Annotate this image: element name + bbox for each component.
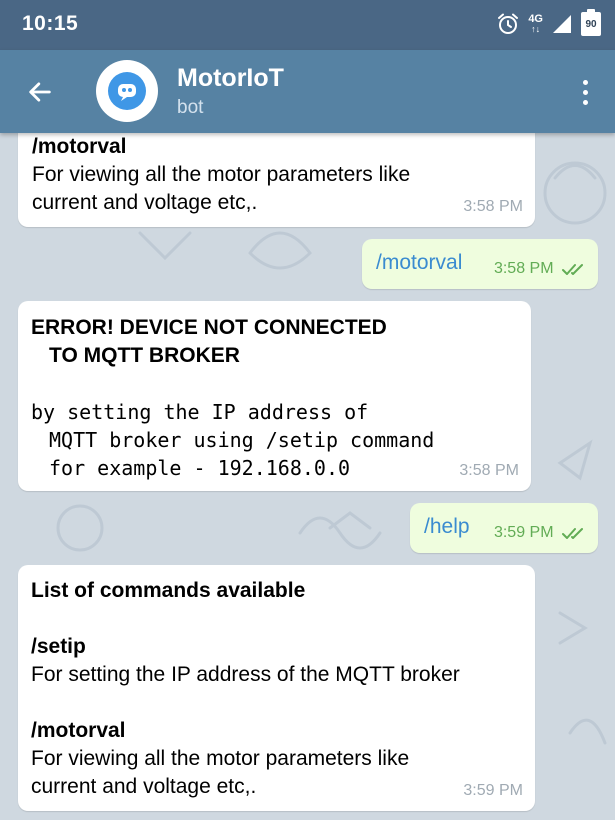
message-text: /motorval [376, 251, 463, 274]
robot-icon [118, 84, 136, 101]
message-time: 3:58 PM [459, 462, 519, 479]
message-time: 3:59 PM [493, 524, 554, 541]
message-line: current and voltage etc,. [32, 191, 258, 214]
back-button[interactable] [20, 72, 60, 112]
message-time: 3:59 PM [463, 782, 523, 799]
dot-icon [582, 89, 588, 95]
incoming-message[interactable]: ERROR! DEVICE NOT CONNECTED TO MQTT BROK… [18, 301, 531, 491]
message-status: 3:59 PM [494, 519, 586, 547]
data-activity-icon: ↑↓ [531, 24, 541, 34]
more-options-button[interactable] [573, 72, 597, 112]
network-type-indicator: 4G ↑↓ [528, 13, 543, 35]
command-text: /setip [31, 635, 86, 658]
incoming-message[interactable]: /motorval For viewing all the motor para… [18, 133, 535, 227]
avatar[interactable] [96, 60, 158, 122]
list-heading: List of commands available [31, 579, 306, 602]
battery-level: 90 [585, 18, 597, 30]
dot-icon [582, 99, 588, 105]
bot-avatar-icon [108, 72, 146, 110]
signal-strength-icon [553, 15, 571, 33]
dot-icon [582, 79, 588, 85]
message-status: 3:58 PM [494, 255, 586, 283]
command-text: /motorval [32, 135, 127, 158]
command-description: For setting the IP address of the MQTT b… [31, 663, 460, 686]
incoming-message[interactable]: List of commands available /setip For se… [18, 565, 535, 811]
error-title-continued: TO MQTT BROKER [49, 344, 240, 367]
status-time: 10:15 [22, 12, 79, 35]
double-check-icon [562, 263, 583, 275]
alarm-clock-icon [498, 13, 519, 34]
chat-title[interactable]: MotorIoT [177, 64, 284, 93]
message-text: /help [424, 515, 470, 538]
message-time: 3:58 PM [493, 260, 554, 277]
status-icons: 4G ↑↓ 90 [496, 9, 601, 36]
arrow-left-icon [29, 82, 51, 102]
message-time: 3:58 PM [463, 198, 523, 215]
outgoing-message[interactable]: /motorval 3:58 PM [362, 239, 598, 289]
network-type: 4G [528, 13, 543, 25]
instruction-line: MQTT broker using /setip command [49, 428, 435, 452]
chat-header: MotorIoT bot [0, 50, 615, 133]
error-title: ERROR! DEVICE NOT CONNECTED [31, 316, 387, 339]
command-text: /motorval [31, 719, 126, 742]
command-description: current and voltage etc,. [31, 775, 257, 798]
command-description: For viewing all the motor parameters lik… [31, 747, 410, 770]
status-bar: 10:15 4G ↑↓ 90 [0, 0, 615, 50]
double-check-icon [562, 527, 583, 539]
chat-subtitle: bot [177, 97, 204, 118]
instruction-line: for example - 192.168.0.0 [49, 456, 351, 480]
chat-area[interactable]: /motorval For viewing all the motor para… [0, 133, 615, 820]
instruction-line: by setting the IP address of [31, 400, 369, 424]
outgoing-message[interactable]: /help 3:59 PM [410, 503, 598, 553]
battery-icon: 90 [581, 9, 601, 36]
message-line: For viewing all the motor parameters lik… [32, 163, 411, 186]
